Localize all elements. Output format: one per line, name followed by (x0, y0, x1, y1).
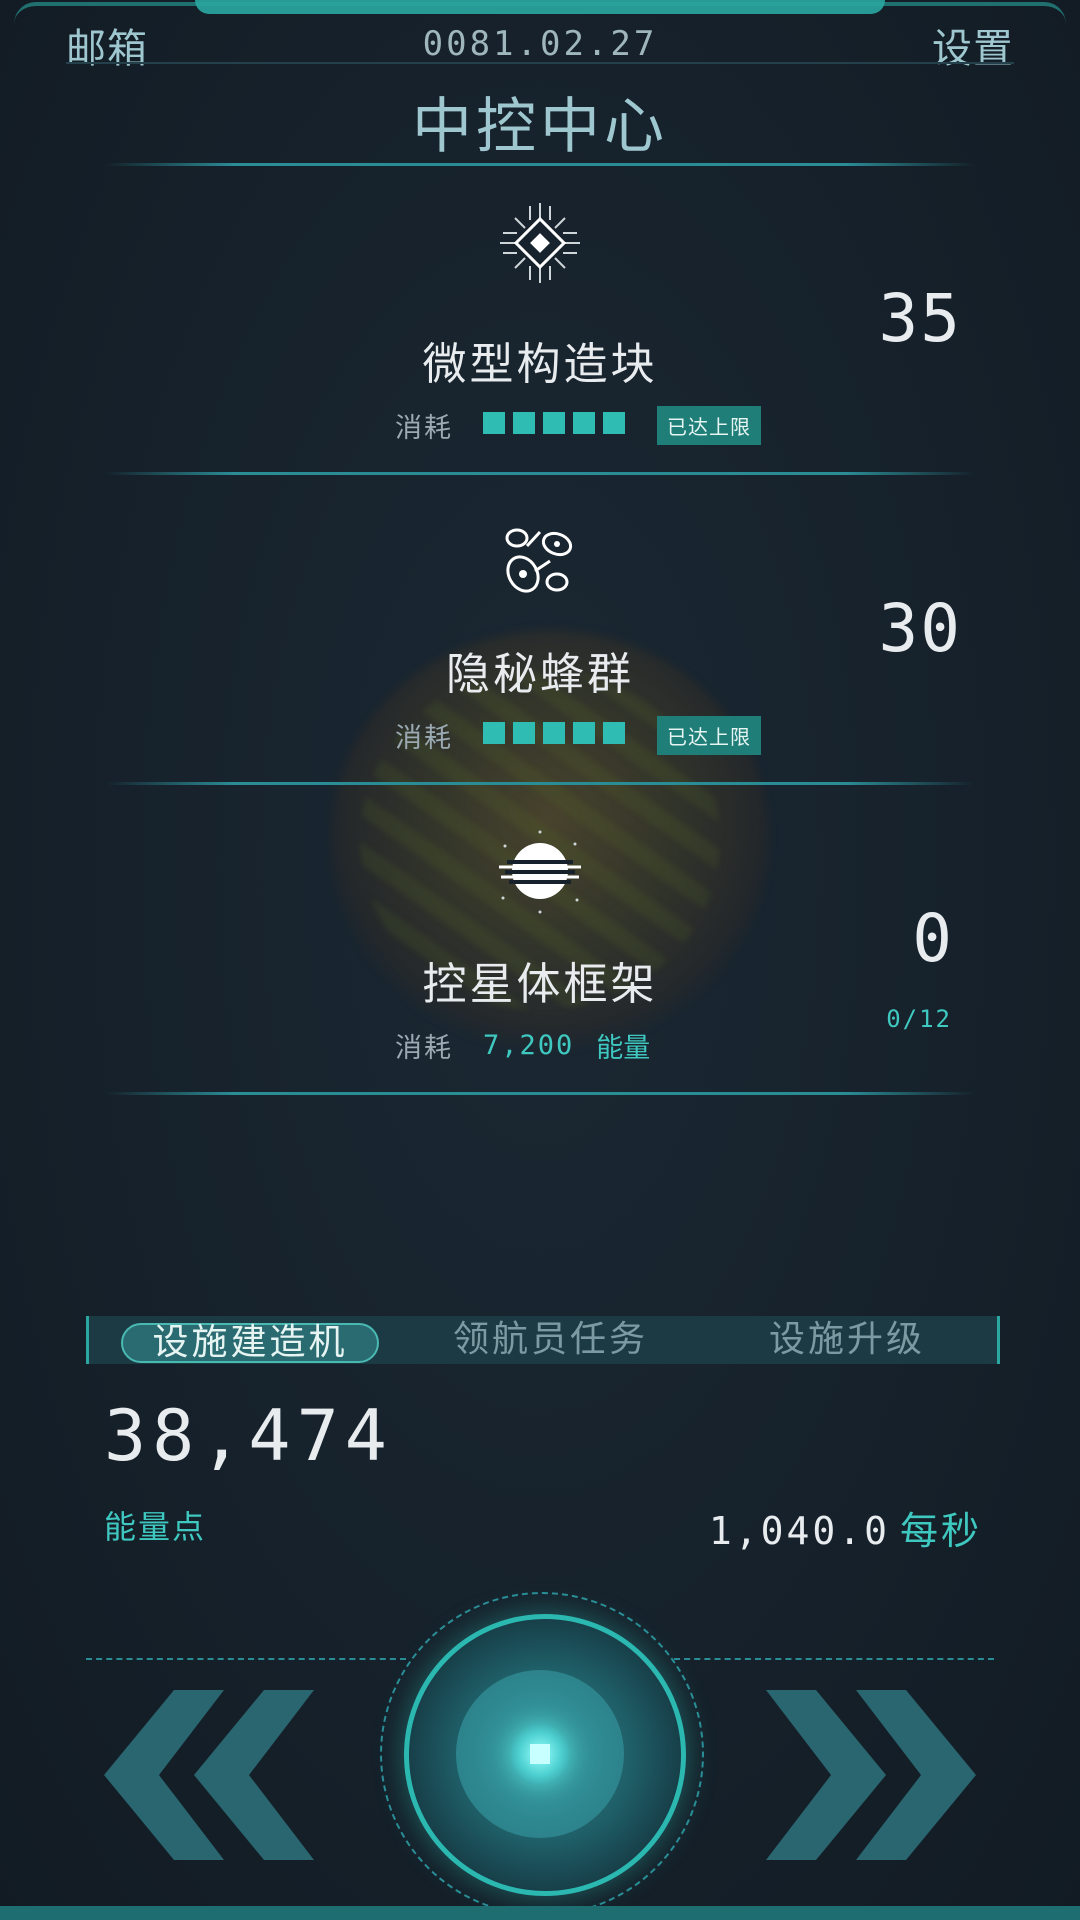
item-count: 30 (878, 590, 962, 667)
pip (603, 412, 625, 434)
pip (573, 722, 595, 744)
chip-icon (500, 203, 580, 283)
top-arc (195, 0, 885, 14)
divider (105, 1092, 975, 1095)
energy-total: 38,474 (104, 1395, 393, 1477)
bottom-frame (0, 1906, 1080, 1920)
previous-chevron-icon[interactable] (104, 1690, 324, 1860)
pip (603, 722, 625, 744)
item-count: 35 (878, 280, 962, 357)
max-limit-badge: 已达上限 (657, 715, 761, 755)
pip (483, 412, 505, 434)
pip (513, 412, 535, 434)
item-cost-row: 消耗 已达上限 (395, 405, 761, 445)
divider (105, 782, 975, 785)
next-chevron-icon[interactable] (756, 1690, 976, 1860)
pip (543, 412, 565, 434)
cost-unit: 能量 (596, 1032, 651, 1064)
tab-navigator-missions[interactable]: 领航员任务 (453, 1316, 648, 1364)
energy-rate-unit: 每秒 (899, 1509, 982, 1553)
item-cost-row: 消耗 已达上限 (395, 715, 761, 755)
page-title: 中控中心 (412, 92, 668, 162)
cost-label: 消耗 (395, 1032, 453, 1064)
energy-rate: 1,040.0 每秒 (709, 1500, 982, 1555)
header-divider (66, 62, 1014, 64)
tab-bar: 设施建造机 领航员任务 设施升级 (86, 1316, 1000, 1364)
pip (513, 722, 535, 744)
cost-pips (483, 412, 633, 438)
cost-value: 7,200 (483, 1029, 575, 1061)
energy-label: 能量点 (104, 1508, 207, 1546)
build-item-stealth-swarm[interactable]: 隐秘蜂群 消耗 已达上限 30 (0, 480, 1080, 790)
item-cost-row: 消耗 7,200 能量 (395, 1028, 651, 1064)
divider (105, 472, 975, 475)
swarm-icon (505, 528, 573, 593)
build-item-micro-block[interactable]: 微型构造块 消耗 已达上限 35 (0, 170, 1080, 480)
stop-square-icon (530, 1744, 550, 1764)
divider (105, 163, 975, 166)
item-progress: 0/12 (886, 1005, 952, 1033)
pip (543, 722, 565, 744)
cost-label: 消耗 (395, 412, 453, 444)
build-item-star-frame[interactable]: 控星体框架 消耗 7,200 能量 0 0/12 (0, 790, 1080, 1100)
settings-button[interactable]: 设置 (932, 16, 1014, 74)
dashed-line-left (86, 1658, 406, 1660)
tab-facility-builder[interactable]: 设施建造机 (121, 1323, 379, 1363)
pip (573, 412, 595, 434)
tab-facility-upgrade[interactable]: 设施升级 (769, 1316, 925, 1364)
dashed-line-right (674, 1658, 994, 1660)
pip (483, 722, 505, 744)
game-date: 0081.02.27 (422, 24, 658, 64)
cost-label: 消耗 (395, 722, 453, 754)
item-count: 0 (912, 900, 954, 977)
max-limit-badge: 已达上限 (657, 405, 761, 445)
energy-rate-value: 1,040.0 (708, 1509, 890, 1553)
cost-pips (483, 722, 633, 748)
planet-icon (499, 830, 581, 914)
